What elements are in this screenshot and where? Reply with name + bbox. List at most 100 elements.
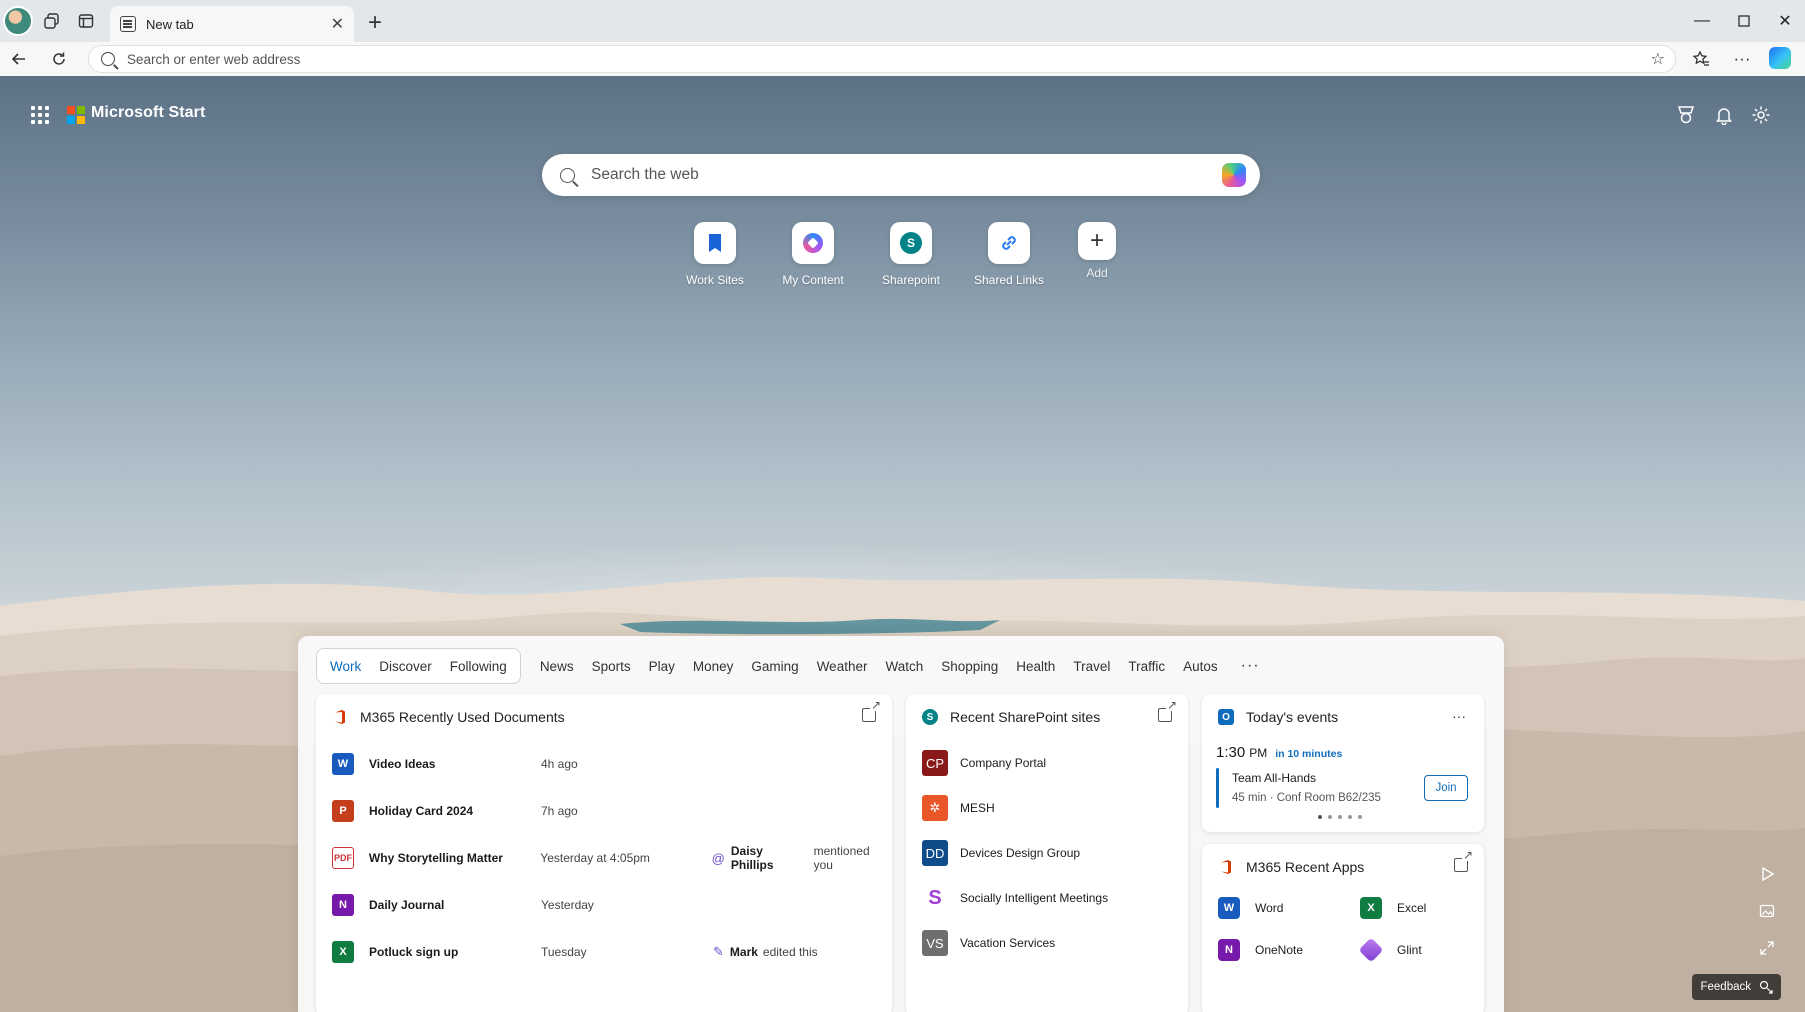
address-bar[interactable]: Search or enter web address ☆ [88,45,1676,73]
site-badge: CP [922,750,948,776]
back-arrow-icon[interactable] [4,44,34,74]
event-color-bar [1216,768,1219,808]
list-item[interactable]: PDF Why Storytelling Matter Yesterday at… [332,844,892,872]
list-item[interactable]: W Video Ideas 4h ago [332,750,892,778]
notifications-bell-icon[interactable] [1711,102,1737,128]
tab-weather[interactable]: Weather [808,648,877,684]
more-options-icon[interactable]: ··· [1452,708,1466,724]
event-name[interactable]: Team All-Hands [1232,771,1316,785]
refresh-icon[interactable] [44,44,74,74]
open-external-icon[interactable] [1158,708,1172,722]
tab-gaming[interactable]: Gaming [742,648,807,684]
profile-avatar[interactable] [3,6,33,36]
feedback-icon [1759,980,1773,994]
primary-tab-group: Work Discover Following [316,648,521,684]
list-item[interactable]: N Daily Journal Yesterday [332,891,892,919]
quick-link-shared-links[interactable]: Shared Links [964,222,1054,287]
mesh-icon: ✲ [922,795,948,821]
copilot-search-icon[interactable] [1222,163,1246,187]
close-tab-icon[interactable]: ✕ [331,14,344,34]
web-search-box[interactable]: Search the web [542,154,1260,196]
more-options-icon[interactable]: ··· [1727,44,1757,74]
app-excel[interactable]: X Excel [1360,896,1426,920]
address-placeholder: Search or enter web address [127,52,300,67]
search-icon [101,52,115,66]
microsoft-logo-icon [67,106,85,124]
close-window-icon[interactable]: ✕ [1765,6,1805,36]
list-item[interactable]: P Holiday Card 2024 7h ago [332,797,892,825]
rewards-icon[interactable] [1673,102,1699,128]
new-tab-button[interactable]: + [360,8,390,38]
powerpoint-file-icon: P [332,800,354,822]
open-external-icon[interactable] [1454,858,1468,872]
app-launcher-icon[interactable] [31,106,49,124]
tab-autos[interactable]: Autos [1174,648,1227,684]
tab-play[interactable]: Play [640,648,684,684]
excel-icon: X [1360,897,1382,919]
expand-icon[interactable] [1755,936,1779,960]
maximize-icon[interactable] [1724,6,1764,36]
app-onenote[interactable]: N OneNote [1218,938,1303,962]
sharepoint-icon: S [900,232,922,254]
more-tabs-icon[interactable]: ··· [1227,648,1269,684]
recent-apps-card: M365 Recent Apps W Word X Excel N OneNot… [1202,844,1484,1012]
todays-events-card: O Today's events ··· 1:30 PM in 10 minut… [1202,694,1484,832]
site-badge: DD [922,840,948,866]
card-title: M365 Recently Used Documents [332,709,565,725]
add-favorite-icon[interactable]: ☆ [1651,49,1665,69]
minimize-icon[interactable]: — [1682,6,1722,36]
onenote-file-icon: N [332,894,354,916]
open-external-icon[interactable] [862,708,876,722]
list-item[interactable]: DD Devices Design Group [922,840,1080,866]
tab-money[interactable]: Money [684,648,743,684]
list-item[interactable]: VS Vacation Services [922,930,1055,956]
favorites-icon[interactable] [1686,44,1716,74]
vertical-tabs-icon[interactable] [69,4,103,38]
tab-strip: New tab ✕ + — ✕ [0,0,1805,42]
page-icon [120,16,136,32]
recent-documents-card: M365 Recently Used Documents W Video Ide… [316,694,892,1012]
settings-gear-icon[interactable] [1748,102,1774,128]
quick-link-work-sites[interactable]: Work Sites [670,222,760,287]
card-title: S Recent SharePoint sites [922,709,1100,725]
workspaces-icon[interactable] [35,4,69,38]
brand-title[interactable]: Microsoft Start [91,104,205,122]
office-icon [332,709,348,725]
card-title: O Today's events [1218,709,1338,725]
tab-sports[interactable]: Sports [583,648,640,684]
tab-travel[interactable]: Travel [1064,648,1119,684]
tab-watch[interactable]: Watch [876,648,932,684]
tab-traffic[interactable]: Traffic [1119,648,1174,684]
join-button[interactable]: Join [1424,775,1468,801]
quick-link-sharepoint[interactable]: S Sharepoint [866,222,956,287]
app-glint[interactable]: Glint [1360,938,1422,962]
list-item[interactable]: S Socially Intelligent Meetings [922,885,1108,911]
play-icon[interactable] [1755,862,1779,886]
search-icon [560,168,575,183]
feedback-button[interactable]: Feedback [1692,974,1781,1000]
browser-tab-new-tab[interactable]: New tab ✕ [110,6,354,42]
tab-news[interactable]: News [531,648,583,684]
tab-work[interactable]: Work [321,648,370,684]
tab-following[interactable]: Following [441,648,516,684]
background-image-icon[interactable] [1755,899,1779,923]
tab-health[interactable]: Health [1007,648,1064,684]
tab-discover[interactable]: Discover [370,648,441,684]
list-item[interactable]: X Potluck sign up Tuesday ✎Markedited th… [332,938,892,966]
event-time: 1:30 PM in 10 minutes [1216,744,1342,761]
carousel-dots[interactable] [1318,815,1362,819]
quick-link-my-content[interactable]: My Content [768,222,858,287]
quick-link-add[interactable]: + Add [1052,222,1142,280]
content-feed: Work Discover Following News Sports Play… [298,636,1504,1012]
excel-file-icon: X [332,941,354,963]
pdf-file-icon: PDF [332,847,354,869]
word-icon: W [1218,897,1240,919]
list-item[interactable]: CP Company Portal [922,750,1046,776]
app-word[interactable]: W Word [1218,896,1283,920]
tab-shopping[interactable]: Shopping [932,648,1007,684]
sharepoint-icon: S [922,709,938,725]
sharepoint-sites-card: S Recent SharePoint sites CP Company Por… [906,694,1188,1012]
list-item[interactable]: ✲ MESH [922,795,995,821]
copilot-icon [803,233,823,253]
copilot-icon[interactable] [1769,47,1791,69]
